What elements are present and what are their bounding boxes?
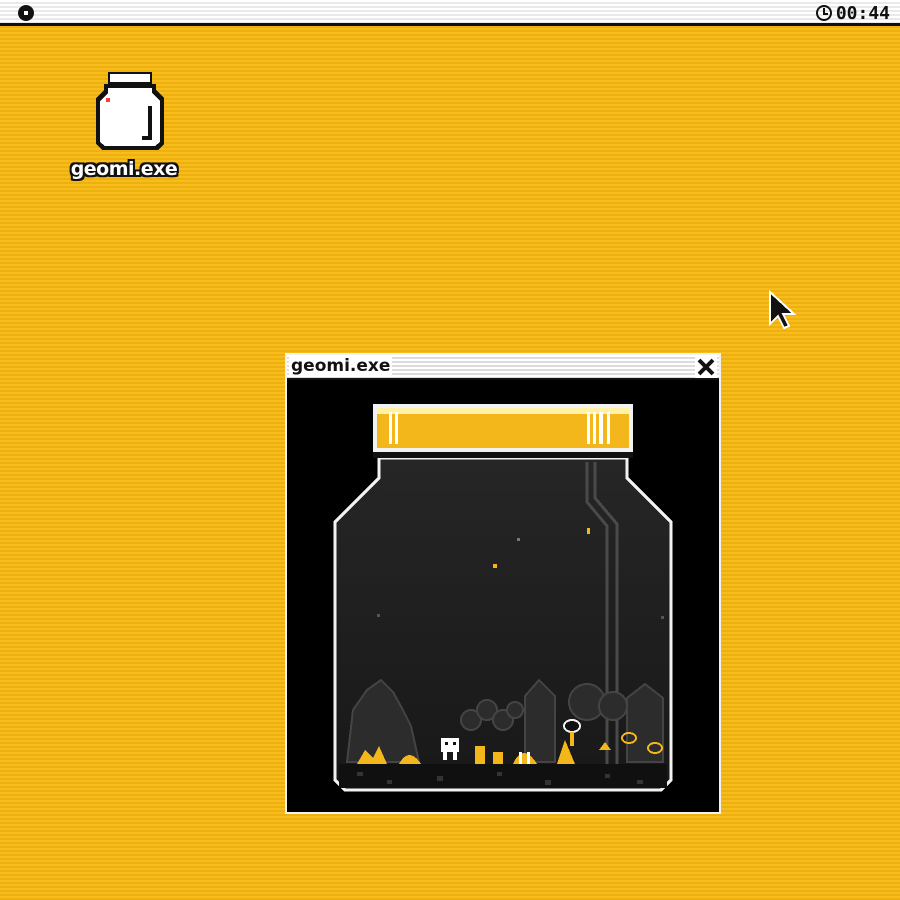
desktop-icon-geomi[interactable]: geomi.exe bbox=[62, 70, 186, 188]
geomi-window[interactable]: geomi.exe bbox=[285, 353, 721, 814]
close-x-icon bbox=[697, 358, 715, 376]
clock-icon bbox=[815, 5, 832, 21]
terrarium-scene[interactable] bbox=[287, 380, 719, 812]
system-menu-icon[interactable] bbox=[18, 5, 34, 21]
close-button[interactable] bbox=[695, 356, 717, 378]
menu-bar: 00:44 bbox=[0, 0, 900, 26]
clock-time: 00:44 bbox=[835, 2, 890, 24]
window-title: geomi.exe bbox=[289, 355, 393, 377]
soil bbox=[339, 764, 667, 788]
clock: 00:44 bbox=[815, 2, 890, 24]
jar-lid bbox=[373, 404, 633, 458]
desktop-icon-label: geomi.exe bbox=[70, 158, 178, 180]
mouse-cursor-icon bbox=[769, 290, 797, 330]
window-titlebar[interactable]: geomi.exe bbox=[287, 355, 719, 380]
jar-icon bbox=[96, 72, 164, 150]
